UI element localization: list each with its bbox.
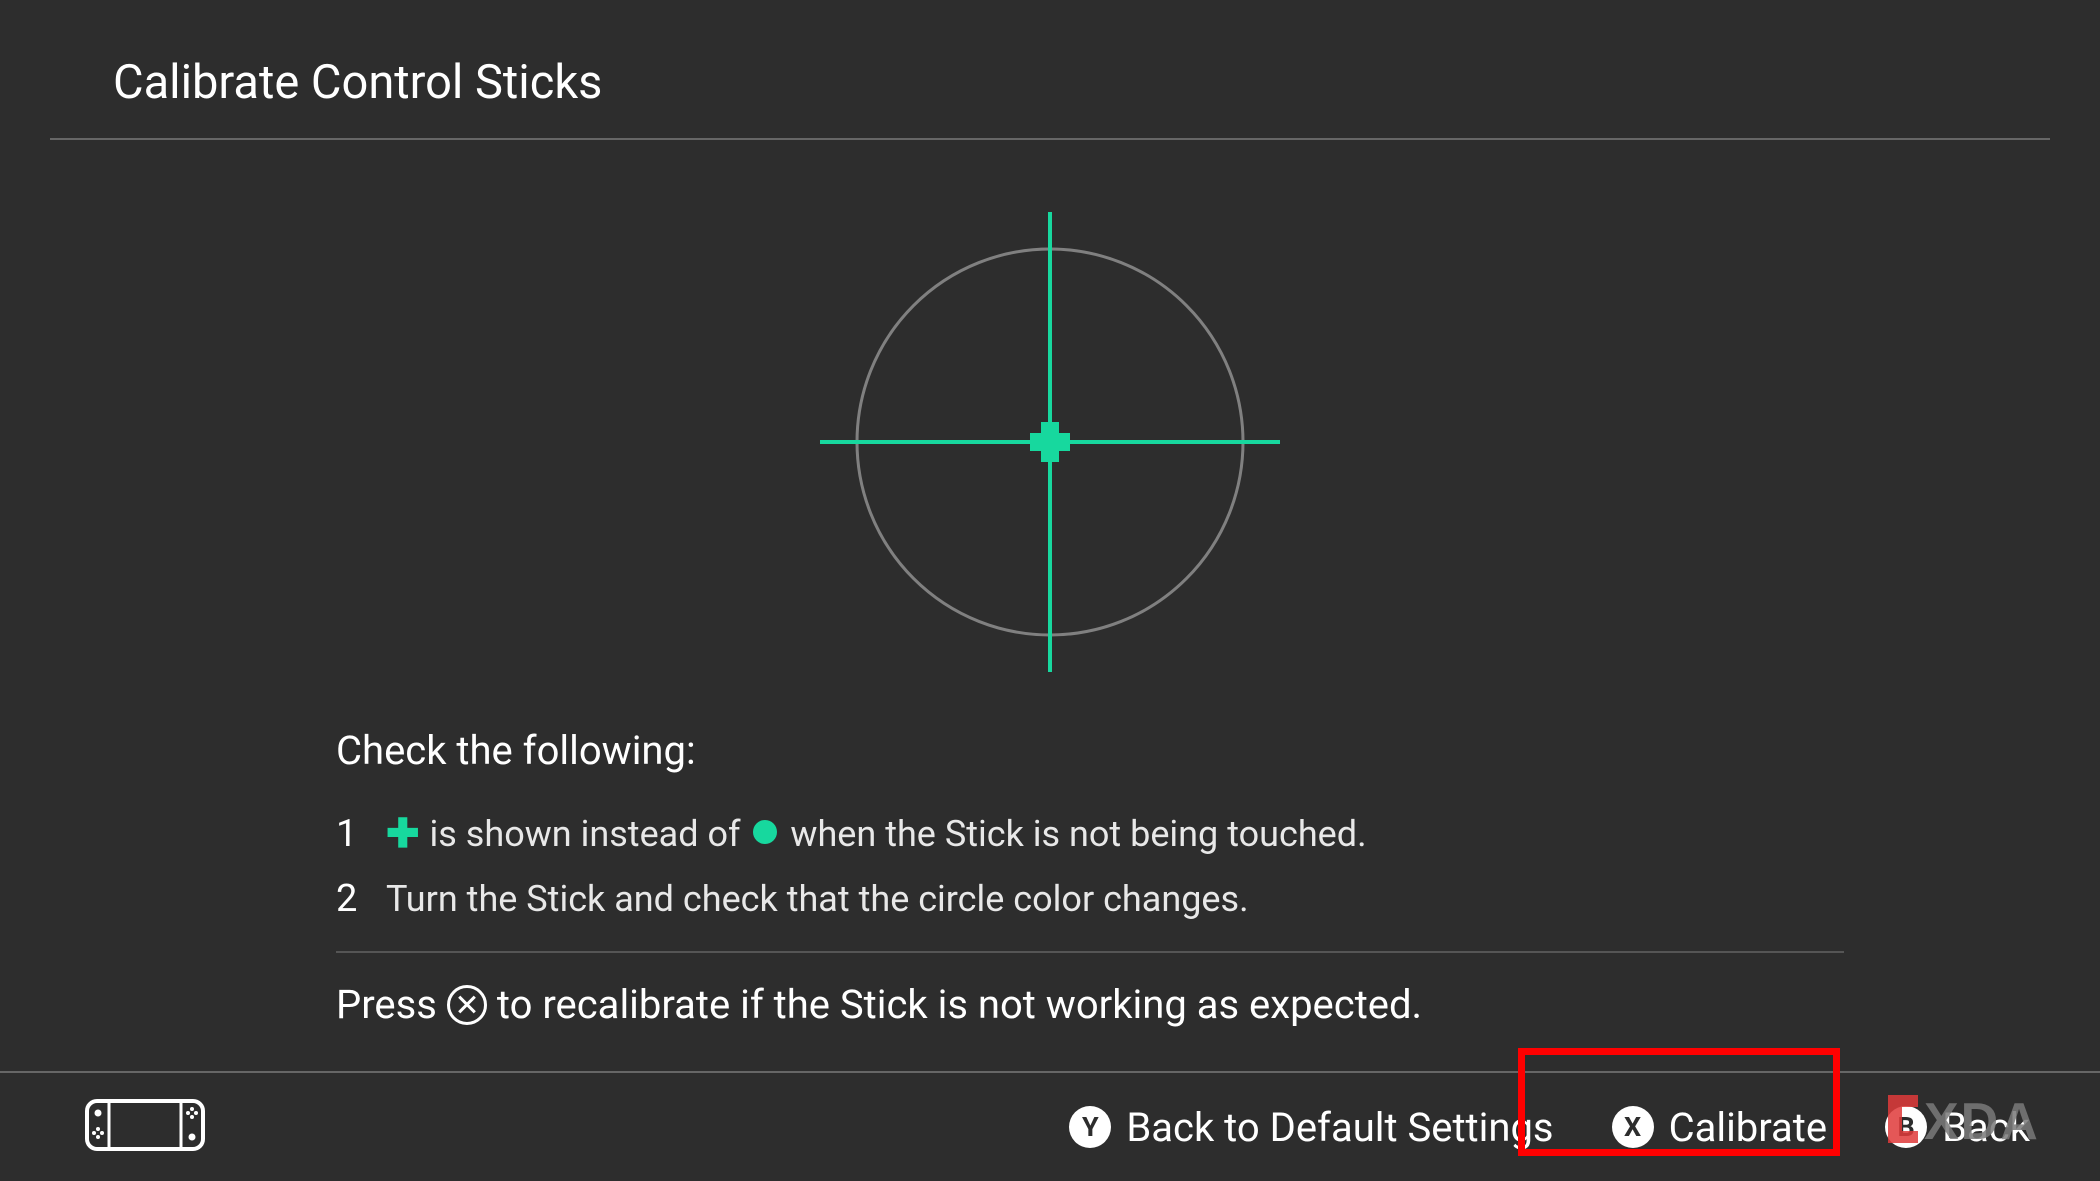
watermark: XDA (1888, 1089, 2058, 1153)
page-title: Calibrate Control Sticks (113, 55, 2100, 110)
check-num-2: 2 (336, 877, 386, 921)
plus-icon: ✚ (386, 810, 420, 857)
check-text-2: Turn the Stick and check that the circle… (386, 878, 1249, 920)
switch-controller-icon (85, 1099, 205, 1151)
check-text-1a: is shown instead of (430, 813, 741, 855)
inner-divider (336, 951, 1844, 953)
recal-text-2: to recalibrate if the Stick is not worki… (497, 981, 1422, 1028)
check-item-2: 2 Turn the Stick and check that the circ… (336, 877, 1840, 921)
y-button-icon: Y (1069, 1106, 1111, 1148)
footer-actions: Y Back to Default Settings X Calibrate B… (1069, 1104, 2030, 1151)
crosshair-icon (820, 212, 1280, 672)
recalibrate-instruction: Press to recalibrate if the Stick is not… (336, 981, 1840, 1028)
dot-icon (753, 820, 777, 844)
check-item-1: 1 ✚ is shown instead of when the Stick i… (336, 810, 1840, 857)
check-text-1b: when the Stick is not being touched. (790, 813, 1366, 855)
footer-bar: Y Back to Default Settings X Calibrate B… (0, 1071, 2100, 1181)
header: Calibrate Control Sticks (0, 0, 2100, 110)
check-list: 1 ✚ is shown instead of when the Stick i… (336, 810, 1840, 921)
check-heading: Check the following: (336, 727, 1840, 774)
x-button-icon (447, 985, 487, 1025)
x-button-icon-footer: X (1612, 1106, 1654, 1148)
check-num-1: 1 (336, 812, 386, 856)
svg-text:XDA: XDA (1924, 1093, 2040, 1149)
back-to-default-button[interactable]: Y Back to Default Settings (1069, 1104, 1553, 1151)
instructions-block: Check the following: 1 ✚ is shown instea… (260, 727, 1840, 1028)
stick-calibration-visual (0, 212, 2100, 672)
controller-indicator (85, 1099, 205, 1155)
recal-text-1: Press (336, 981, 437, 1028)
header-divider (50, 138, 2050, 140)
calibrate-button[interactable]: X Calibrate (1612, 1104, 1828, 1151)
x-button-label: Calibrate (1669, 1104, 1828, 1151)
y-button-label: Back to Default Settings (1126, 1104, 1553, 1151)
xda-logo-icon: XDA (1888, 1089, 2058, 1149)
